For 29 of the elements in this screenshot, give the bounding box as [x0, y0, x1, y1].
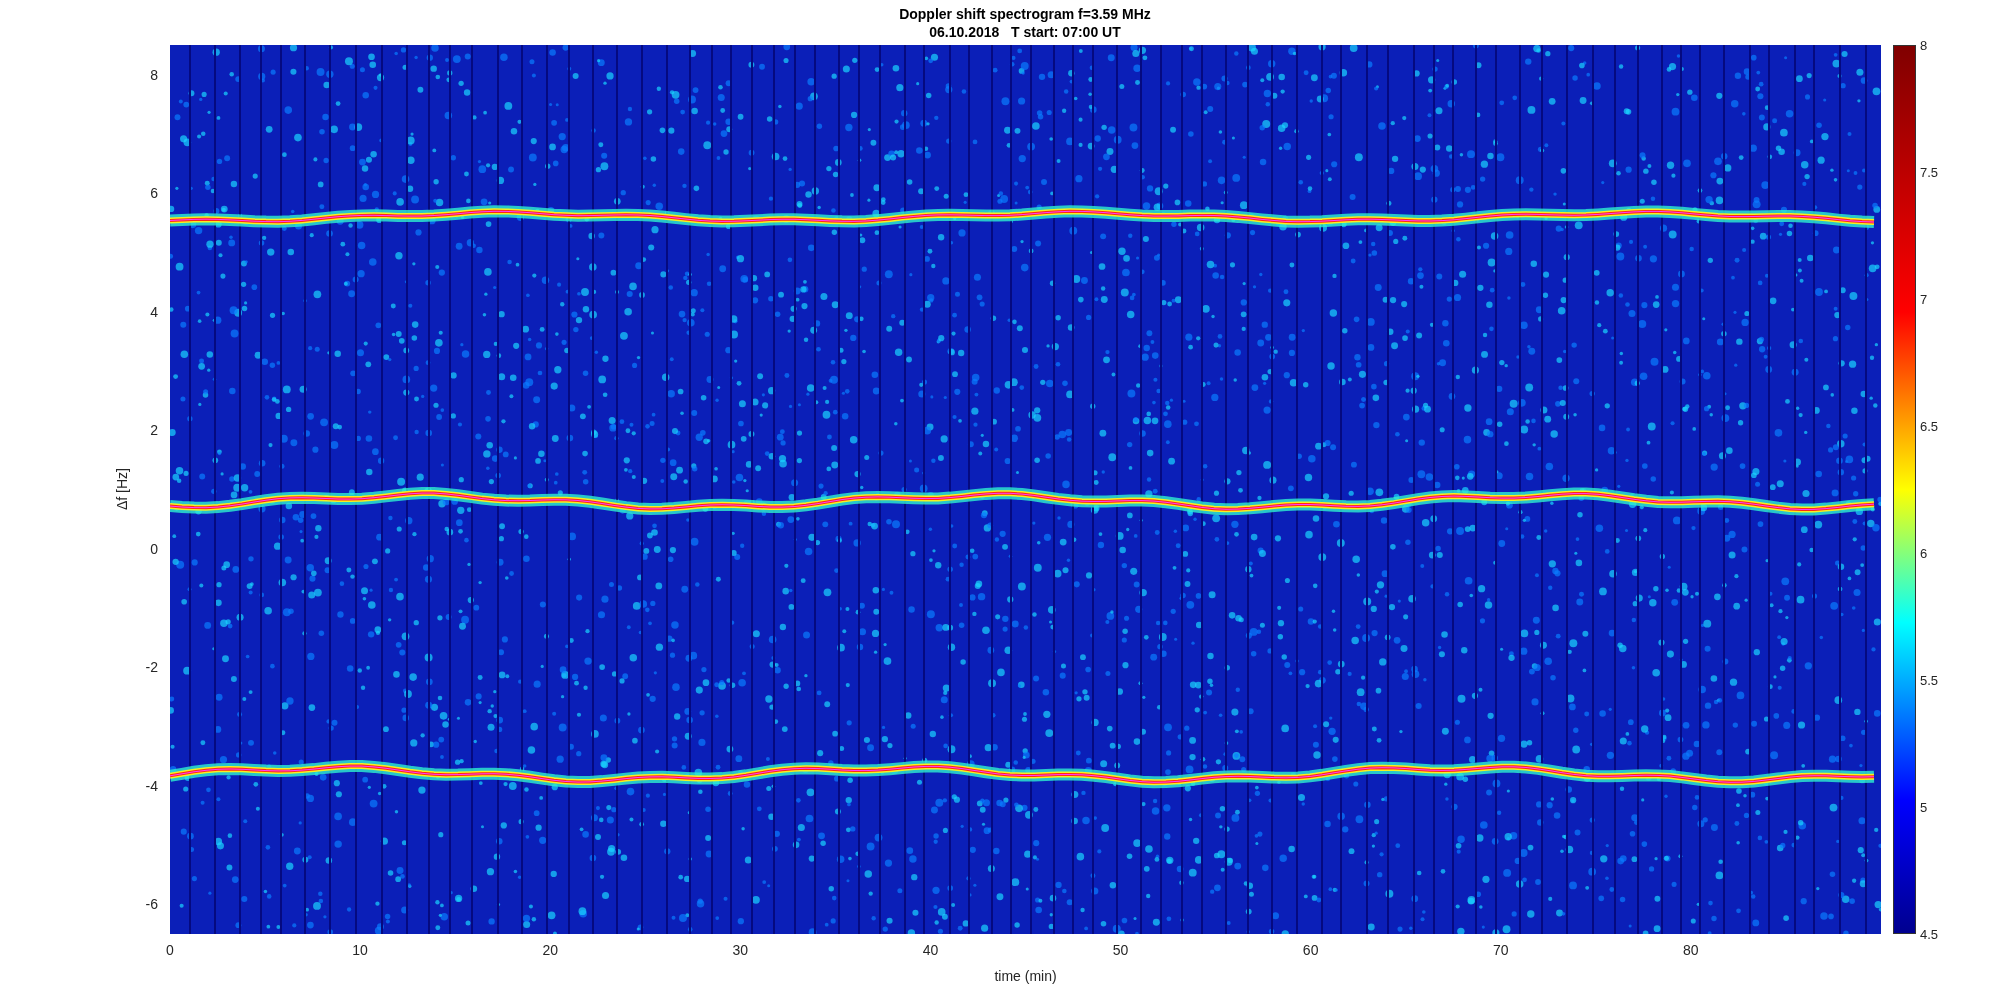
y-tick-label: 0	[150, 540, 158, 557]
chart-title: Doppler shift spectrogram f=3.59 MHz	[899, 4, 1151, 23]
y-tick-label: -2	[145, 659, 158, 676]
x-tick-label: 20	[542, 942, 558, 958]
colorbar-tick-label: 6.5	[1920, 418, 1939, 434]
y-tick-label: 6	[150, 185, 158, 202]
x-tick-label: 10	[352, 942, 368, 958]
colorbar-tick-label: 6	[1920, 545, 1928, 561]
colorbar-tick-label: 4.5	[1920, 926, 1939, 942]
y-tick-label: 2	[150, 422, 158, 439]
x-tick-label: 70	[1493, 942, 1509, 958]
y-tick-label: -6	[145, 896, 158, 913]
y-tick-label: 8	[150, 66, 158, 83]
colorbar-tick-label: 7	[1920, 291, 1928, 307]
x-tick-label: 40	[922, 942, 939, 958]
colorbar-tick-label: 7.5	[1920, 164, 1939, 180]
x-tick-label: 50	[1112, 942, 1129, 958]
x-tick-label: 30	[732, 942, 749, 958]
chart-subtitle: 06.10.2018 T start: 07:00 UT	[929, 22, 1121, 41]
x-tick-label: 60	[1302, 942, 1319, 958]
y-axis-label: Δf [Hz]	[114, 468, 130, 511]
y-tick-label: 4	[150, 303, 158, 320]
x-tick-label: 80	[1683, 942, 1699, 958]
colorbar-tick-label: 5.5	[1920, 672, 1939, 688]
x-axis-label: time (min)	[993, 968, 1058, 984]
x-tick-label: 0	[166, 942, 174, 958]
colorbar-tick-label: 5	[1920, 799, 1928, 815]
y-tick-label: -4	[145, 777, 158, 794]
colorbar-tick-label: 8	[1920, 37, 1928, 53]
